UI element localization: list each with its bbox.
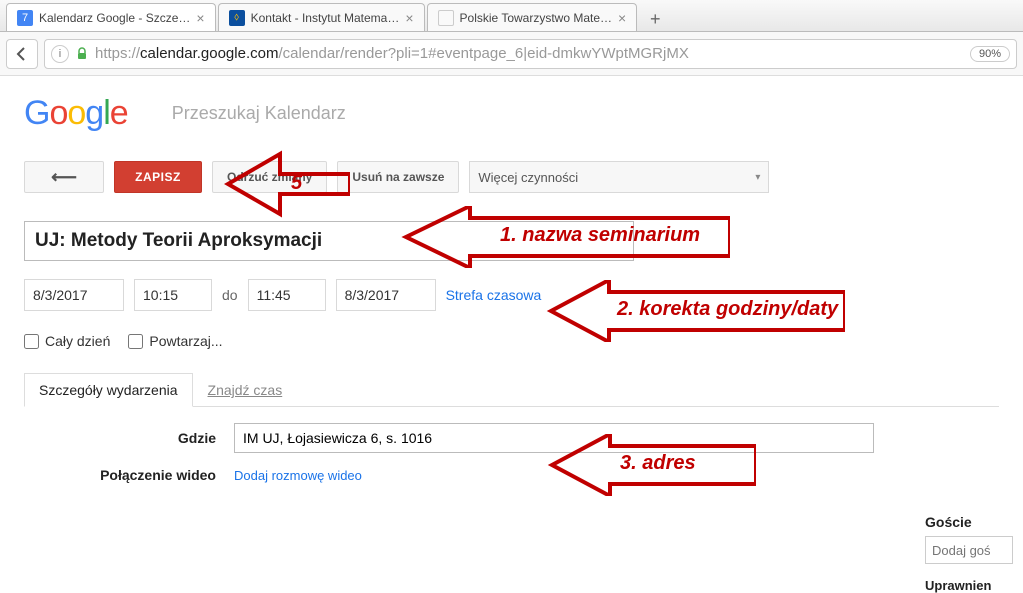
browser-tab-bar: 7 Kalendarz Google - Szcze… × ⬨ Kontakt … (0, 0, 1023, 32)
arrow-left-icon (14, 46, 30, 62)
lock-icon (75, 47, 89, 61)
start-time-input[interactable] (134, 279, 212, 311)
tab-details[interactable]: Szczegóły wydarzenia (24, 373, 193, 407)
annotation-label-5: 5 (291, 172, 302, 195)
where-label: Gdzie (24, 430, 234, 446)
browser-tab-active[interactable]: 7 Kalendarz Google - Szcze… × (6, 3, 216, 31)
annotation-label-3: 3. adres (620, 452, 696, 475)
guests-permissions-label: Uprawnien (925, 578, 1015, 593)
repeat-checkbox[interactable] (128, 334, 143, 349)
guests-input[interactable] (925, 536, 1013, 564)
calendar-favicon-icon: 7 (17, 10, 33, 26)
timezone-link[interactable]: Strefa czasowa (446, 287, 542, 303)
chevron-down-icon: ▾ (755, 172, 760, 183)
browser-tab[interactable]: Polskie Towarzystwo Mate… × (427, 3, 638, 31)
end-time-input[interactable] (248, 279, 326, 311)
all-day-checkbox[interactable] (24, 334, 39, 349)
action-bar: ⟵ ZAPISZ Odrzuć zmiany Usuń na zawsze Wi… (24, 161, 999, 193)
zoom-badge[interactable]: 90% (970, 46, 1010, 62)
close-icon[interactable]: × (405, 11, 413, 25)
identity-icon: i (51, 45, 69, 63)
annotation-label-1: 1. nazwa seminarium (500, 224, 700, 247)
tab-find-time[interactable]: Znajdź czas (193, 373, 298, 406)
browser-nav-bar: i https://calendar.google.com/calendar/r… (0, 32, 1023, 76)
time-row: do Strefa czasowa (24, 279, 999, 311)
repeat-checkbox-label[interactable]: Powtarzaj... (128, 333, 222, 349)
url-bar[interactable]: i https://calendar.google.com/calendar/r… (44, 39, 1017, 69)
tab-title: Kalendarz Google - Szcze… (39, 11, 190, 25)
url-text: https://calendar.google.com/calendar/ren… (95, 45, 689, 62)
check-row: Cały dzień Powtarzaj... (24, 333, 999, 349)
blank-favicon-icon (438, 10, 454, 26)
guests-column: Goście Uprawnien (925, 514, 1015, 593)
back-button[interactable] (6, 39, 38, 69)
video-row: Połączenie wideo Dodaj rozmowę wideo (24, 467, 999, 483)
annotation-label-2: 2. korekta godziny/daty (617, 298, 838, 321)
google-logo: Google (24, 94, 128, 133)
dropdown-label: Więcej czynności (478, 170, 578, 185)
tab-title: Kontakt - Instytut Matema… (251, 11, 400, 25)
close-icon[interactable]: × (618, 11, 626, 25)
more-actions-dropdown[interactable]: Więcej czynności ▾ (469, 161, 769, 193)
start-date-input[interactable] (24, 279, 124, 311)
close-icon[interactable]: × (196, 11, 204, 25)
annotation-arrow-5 (220, 144, 350, 224)
save-button[interactable]: ZAPISZ (114, 161, 202, 193)
all-day-checkbox-label[interactable]: Cały dzień (24, 333, 110, 349)
search-input[interactable] (168, 97, 999, 131)
browser-tab[interactable]: ⬨ Kontakt - Instytut Matema… × (218, 3, 425, 31)
back-to-calendar-button[interactable]: ⟵ (24, 161, 104, 193)
page-content: Google ⟵ ZAPISZ Odrzuć zmiany Usuń na za… (0, 76, 1023, 501)
add-video-call-link[interactable]: Dodaj rozmowę wideo (234, 468, 362, 483)
tab-title: Polskie Towarzystwo Mate… (460, 11, 613, 25)
guests-title: Goście (925, 514, 1015, 530)
tabs-row: Szczegóły wydarzenia Znajdź czas (24, 373, 999, 407)
to-label: do (222, 287, 238, 303)
page-header: Google (24, 94, 999, 133)
video-label: Połączenie wideo (24, 467, 234, 483)
end-date-input[interactable] (336, 279, 436, 311)
new-tab-button[interactable]: + (643, 7, 667, 31)
delete-forever-button[interactable]: Usuń na zawsze (337, 161, 459, 193)
shield-favicon-icon: ⬨ (229, 10, 245, 26)
where-row: Gdzie (24, 423, 999, 453)
